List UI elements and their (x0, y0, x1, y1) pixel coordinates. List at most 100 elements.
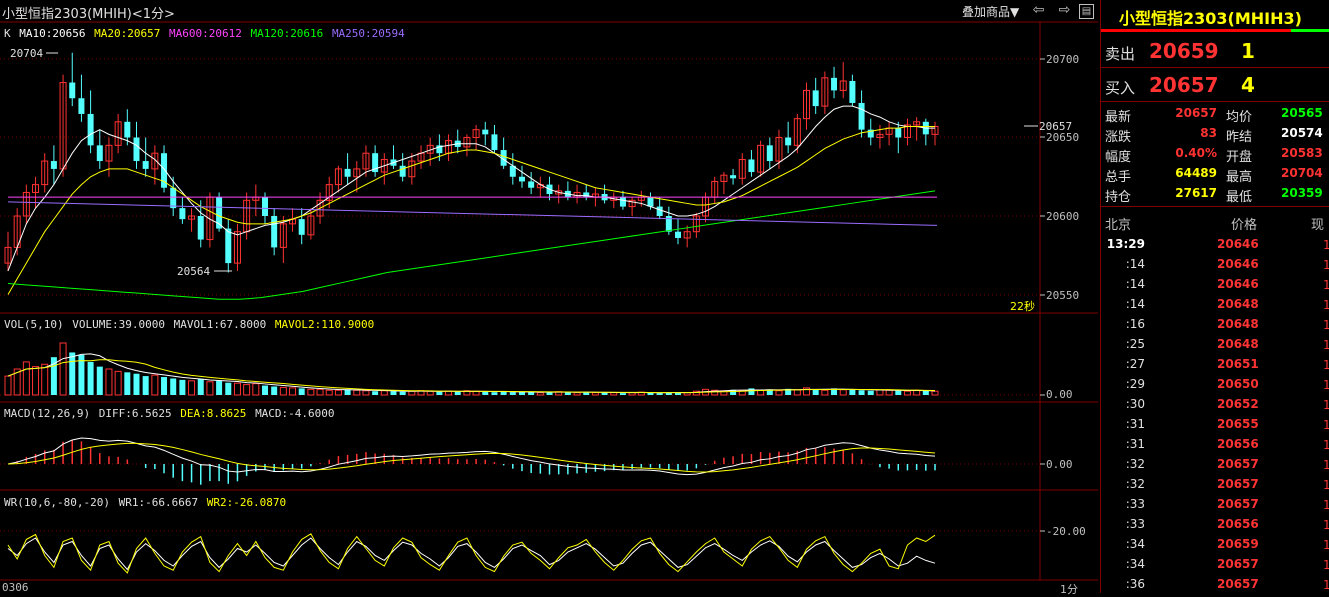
tick-price: 20648 (1217, 337, 1259, 351)
stat-label: 最低 (1226, 190, 1253, 205)
wr1-value: WR1:-66.6667 (118, 496, 199, 509)
tick-price: 20655 (1217, 417, 1259, 431)
wr2-line (7, 533, 936, 574)
volume-bar (408, 390, 416, 396)
ask-row[interactable]: 卖出 20659 1 (1101, 38, 1329, 66)
volume-bar (243, 384, 251, 396)
volume-bar (170, 378, 177, 395)
layout-toggle-icon[interactable]: ▤ (1079, 4, 1094, 19)
candle-body (87, 113, 94, 146)
macd-label: MACD(12,26,9) (4, 407, 91, 420)
volume-bar (812, 389, 819, 395)
high-marker: 20704 (10, 47, 44, 60)
volume-bar (188, 380, 196, 396)
period-axis-label: 1分 (1060, 583, 1078, 596)
volume-bar (4, 375, 12, 396)
candle-body (225, 228, 232, 264)
tick-volume: 1 (1323, 458, 1329, 470)
ticks-header-volume: 现手 (1311, 218, 1325, 230)
tick-time: :33 (1125, 497, 1145, 511)
volume-bar (839, 389, 847, 396)
ma250-line (7, 201, 938, 226)
ma250-legend: MA250:20594 (331, 27, 405, 40)
volume-bar (748, 388, 755, 395)
candle-body (491, 134, 498, 151)
volume-bar (142, 376, 149, 395)
tick-time: :30 (1125, 397, 1145, 411)
candle-body (170, 187, 177, 209)
volume-bar (197, 378, 204, 395)
stat-value: 20565 (1281, 106, 1323, 120)
volume-bar (334, 389, 342, 396)
volume-bar (849, 389, 856, 395)
overlay-symbol-button[interactable]: 叠加商品▼ (962, 3, 1019, 20)
volume-bar (619, 393, 626, 395)
candle-body (766, 145, 773, 162)
divider (1101, 101, 1329, 102)
arrow-right-icon[interactable]: ⇨ (1056, 2, 1073, 19)
volume-bar (307, 388, 315, 396)
diff-line (7, 437, 936, 476)
candle-body (831, 77, 838, 91)
wr-legend: WR(10,6,-80,-20) WR1:-66.6667 WR2:-26.08… (4, 496, 288, 509)
stat-value: 20704 (1281, 166, 1323, 180)
ma120-line (7, 190, 936, 300)
volume-bar (775, 390, 783, 396)
tick-time: 13:29 (1106, 237, 1145, 251)
ma10-line (7, 105, 935, 272)
tick-price: 20648 (1217, 297, 1259, 311)
tick-volume: 1 (1323, 338, 1329, 350)
volume-bar (151, 374, 159, 396)
volume-bar (225, 382, 232, 395)
tick-time: :34 (1125, 557, 1145, 571)
ma10-legend: MA10:20656 (19, 27, 86, 40)
tick-time: :14 (1125, 297, 1145, 311)
wr-tick-20: -20.00 (1046, 525, 1086, 538)
mavol2-value: MAVOL2:110.9000 (274, 318, 375, 331)
candle-body (748, 159, 755, 173)
stat-value: 20359 (1281, 186, 1323, 200)
tick-time: :31 (1125, 437, 1145, 451)
volume-bar (59, 342, 67, 396)
stat-label: 均价 (1226, 110, 1253, 125)
tick-price: 20657 (1217, 577, 1259, 591)
ma600-legend: MA600:20612 (168, 27, 242, 40)
volume-bar (261, 385, 268, 395)
volume-bar (161, 377, 168, 395)
candle-body (179, 208, 186, 220)
arrow-left-icon[interactable]: ⇦ (1030, 2, 1047, 19)
tick-volume: 1 (1323, 578, 1329, 590)
volume-bar (390, 391, 397, 395)
stat-value: 20583 (1281, 146, 1323, 160)
quote-panel: 小型恒指2303(MHIH3) 卖出 20659 1 买入 20657 4 最新… (1100, 0, 1329, 593)
tick-time: :25 (1125, 337, 1145, 351)
dea-value: DEA:8.8625 (180, 407, 247, 420)
candle-body (895, 128, 902, 138)
tick-time: :14 (1125, 257, 1145, 271)
volume-bar (445, 390, 453, 396)
candle-body (96, 145, 103, 162)
chart-area[interactable]: 小型恒指2303(MHIH)<1分> 叠加商品▼ ⇦ ⇨ ▤ K MA10:20… (0, 0, 1098, 596)
stat-label: 总手 (1105, 170, 1132, 185)
volume-bar (114, 370, 122, 396)
tick-time: :36 (1125, 577, 1145, 591)
volume-bar (179, 379, 186, 395)
volume-bar (233, 382, 241, 396)
candle-body (399, 165, 406, 177)
bid-price: 20657 (1149, 73, 1219, 97)
ma20-line (7, 126, 935, 295)
volume-bar (903, 390, 911, 396)
tick-volume: 1 (1323, 318, 1329, 330)
volume-bar (41, 363, 49, 396)
volume-bar (216, 380, 223, 395)
mavol1-value: MAVOL1:67.8000 (173, 318, 267, 331)
ask-price: 20659 (1149, 39, 1219, 63)
volume-bar (528, 392, 535, 395)
k-label: K (4, 27, 11, 40)
diff-value: DIFF:6.5625 (98, 407, 172, 420)
tick-time: :33 (1125, 517, 1145, 531)
bid-volume: 4 (1241, 73, 1255, 97)
candle-body (271, 216, 278, 248)
bid-row[interactable]: 买入 20657 4 (1101, 72, 1329, 100)
period-label[interactable]: <1分> (132, 7, 175, 22)
